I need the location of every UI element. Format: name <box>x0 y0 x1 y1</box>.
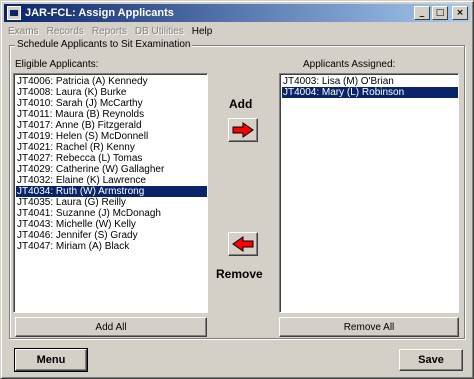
list-item[interactable]: JT4010: Sarah (J) McCarthy <box>16 98 207 109</box>
menu-bar: Exams Records Reports DB Utilities Help <box>4 23 470 39</box>
menu-help[interactable]: Help <box>188 26 217 37</box>
arrow-right-icon <box>232 122 254 138</box>
minimize-button[interactable]: _ <box>414 6 430 20</box>
list-item[interactable]: JT4027: Rebecca (L) Tomas <box>16 153 207 164</box>
maximize-button[interactable]: □ <box>432 6 448 20</box>
list-item[interactable]: JT4041: Suzanne (J) McDonagh <box>16 208 207 219</box>
list-item[interactable]: JT4043: Michelle (W) Kelly <box>16 219 207 230</box>
menu-button[interactable]: Menu <box>14 348 88 372</box>
eligible-applicants-label: Eligible Applicants: <box>15 59 99 70</box>
menu-exams[interactable]: Exams <box>4 26 43 37</box>
app-icon <box>7 6 21 20</box>
list-item[interactable]: JT4029: Catherine (W) Gallagher <box>16 164 207 175</box>
window-title: JAR-FCL: Assign Applicants <box>25 7 174 19</box>
add-label: Add <box>229 97 253 111</box>
list-item[interactable]: JT4003: Lisa (M) O'Brian <box>282 76 458 87</box>
menu-db-utilities[interactable]: DB Utilities <box>131 26 188 37</box>
remove-button[interactable] <box>228 232 258 256</box>
list-item[interactable]: JT4035: Laura (G) Reilly <box>16 197 207 208</box>
list-item[interactable]: JT4021: Rachel (R) Kenny <box>16 142 207 153</box>
remove-label: Remove <box>216 267 263 281</box>
assign-applicants-window: JAR-FCL: Assign Applicants _ □ × Exams R… <box>0 0 474 379</box>
close-button[interactable]: × <box>452 6 468 20</box>
save-button[interactable]: Save <box>399 349 463 371</box>
list-item[interactable]: JT4034: Ruth (W) Armstrong <box>16 186 207 197</box>
title-bar[interactable]: JAR-FCL: Assign Applicants _ □ × <box>4 4 470 22</box>
list-item[interactable]: JT4006: Patricia (A) Kennedy <box>16 76 207 87</box>
applicants-assigned-list[interactable]: JT4003: Lisa (M) O'Brian JT4004: Mary (L)… <box>279 73 459 313</box>
remove-all-button[interactable]: Remove All <box>279 317 459 337</box>
list-item[interactable]: JT4019: Helen (S) McDonnell <box>16 131 207 142</box>
list-item[interactable]: JT4032: Elaine (K) Lawrence <box>16 175 207 186</box>
list-item[interactable]: JT4004: Mary (L) Robinson <box>282 87 458 98</box>
menu-records[interactable]: Records <box>43 26 88 37</box>
list-item[interactable]: JT4008: Laura (K) Burke <box>16 87 207 98</box>
list-item[interactable]: JT4047: Miriam (A) Black <box>16 241 207 252</box>
eligible-applicants-list[interactable]: JT4006: Patricia (A) Kennedy JT4008: Laur… <box>13 73 208 313</box>
add-all-button[interactable]: Add All <box>15 317 207 337</box>
list-item[interactable]: JT4017: Anne (B) Fitzgerald <box>16 120 207 131</box>
list-item[interactable]: JT4046: Jennifer (S) Grady <box>16 230 207 241</box>
menu-reports[interactable]: Reports <box>88 26 131 37</box>
arrow-left-icon <box>232 236 254 252</box>
add-button[interactable] <box>228 118 258 142</box>
groupbox-title: Schedule Applicants to Sit Examination <box>15 39 193 50</box>
list-item[interactable]: JT4011: Maura (B) Reynolds <box>16 109 207 120</box>
applicants-assigned-label: Applicants Assigned: <box>303 59 396 70</box>
